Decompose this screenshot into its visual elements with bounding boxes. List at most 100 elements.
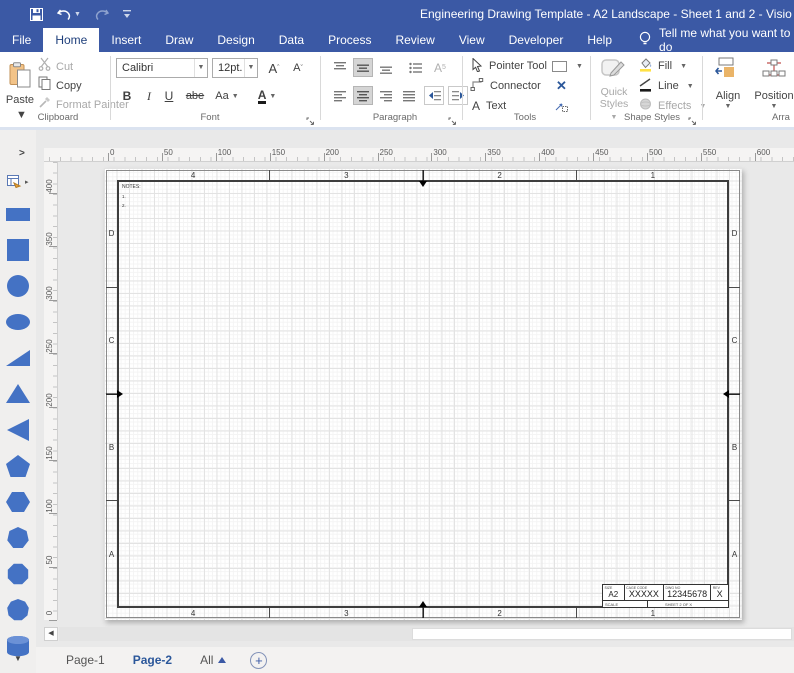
- shape-thumb-circle[interactable]: [5, 274, 31, 303]
- italic-button[interactable]: I: [140, 85, 158, 107]
- hruler-tick: [324, 153, 325, 161]
- tell-me-box[interactable]: Tell me what you want to do: [638, 28, 794, 52]
- effects-label: Effects: [658, 100, 691, 112]
- shrink-font-button[interactable]: Aˇ: [288, 57, 308, 79]
- font-family-combobox[interactable]: Calibri▼: [116, 58, 208, 78]
- ribbon-tab-review[interactable]: Review: [383, 28, 446, 52]
- redo-button[interactable]: [95, 8, 109, 21]
- underline-button[interactable]: U: [160, 85, 178, 107]
- text-tool-label: Text: [486, 100, 506, 112]
- add-page-button[interactable]: +: [250, 652, 267, 669]
- save-icon[interactable]: [30, 8, 43, 21]
- ribbon-tab-design[interactable]: Design: [205, 28, 266, 52]
- shape-thumb-octagon[interactable]: [5, 562, 31, 591]
- align-bottom-button[interactable]: [376, 58, 396, 77]
- undo-dropdown-icon[interactable]: ▼: [74, 11, 81, 18]
- shape-thumb-triangle[interactable]: [5, 382, 31, 411]
- align-center-button[interactable]: [353, 86, 373, 105]
- ribbon-tab-draw[interactable]: Draw: [153, 28, 205, 52]
- shape-thumb-heptagon[interactable]: [5, 526, 31, 555]
- align-left-button[interactable]: [330, 86, 350, 105]
- horizontal-ruler: 050100150200250300350400450500550600: [44, 148, 794, 162]
- connector-button[interactable]: Connector: [470, 77, 541, 95]
- justify-button[interactable]: [399, 86, 419, 105]
- line-button[interactable]: Line▼: [638, 77, 694, 95]
- title-block-cell-label: DWG NO: [666, 586, 681, 590]
- ribbon-tab-developer[interactable]: Developer: [497, 28, 576, 52]
- shape-thumb-left-triangle[interactable]: [5, 418, 31, 447]
- ribbon-tab-home[interactable]: Home: [43, 28, 99, 52]
- rectangle-tool-button[interactable]: ▼: [552, 57, 583, 75]
- paragraph-dialog-launcher-icon[interactable]: [448, 113, 458, 123]
- shape-thumb-rectangle[interactable]: [5, 202, 31, 231]
- ribbon-tab-view[interactable]: View: [447, 28, 497, 52]
- text-block-tool-button[interactable]: [554, 97, 568, 115]
- shape-thumb-right-triangle[interactable]: [5, 346, 31, 375]
- hruler-number: 550: [703, 148, 716, 157]
- pointer-tool-label: Pointer Tool: [489, 60, 547, 72]
- paste-button[interactable]: Paste ▼: [4, 56, 36, 118]
- shape-thumbnails: [0, 202, 36, 673]
- shape-thumb-square[interactable]: [5, 238, 31, 267]
- undo-button[interactable]: ▼: [57, 8, 81, 21]
- bold-button[interactable]: B: [118, 85, 136, 107]
- grow-font-button[interactable]: Aˆ: [264, 57, 284, 79]
- decrease-indent-button[interactable]: [424, 86, 444, 105]
- zone-label-top-4: 4: [117, 170, 269, 180]
- paste-label: Paste: [6, 94, 34, 106]
- increase-indent-button[interactable]: [448, 86, 468, 105]
- fill-button[interactable]: Fill▼: [638, 57, 687, 75]
- ribbon-tab-help[interactable]: Help: [575, 28, 624, 52]
- hruler-number: 250: [380, 148, 393, 157]
- bullet-list-button[interactable]: [405, 58, 425, 77]
- font-dialog-launcher-icon[interactable]: [306, 113, 316, 123]
- all-pages-arrow-icon: [218, 657, 226, 663]
- position-button[interactable]: Position ▼: [752, 57, 794, 119]
- notes-block[interactable]: NOTES: 1.2.: [122, 184, 141, 208]
- strikethrough-button[interactable]: abe: [182, 85, 208, 107]
- page-tab-page-2[interactable]: Page-2: [119, 647, 186, 673]
- expand-shapes-chevron[interactable]: >: [19, 148, 25, 159]
- hruler-tick: [539, 153, 540, 161]
- align-right-button[interactable]: [376, 86, 396, 105]
- ribbon-tab-insert[interactable]: Insert: [99, 28, 153, 52]
- scroll-left-arrow[interactable]: ◀: [44, 627, 58, 641]
- shape-thumb-hexagon[interactable]: [5, 490, 31, 519]
- zone-label-left-A: A: [106, 500, 117, 607]
- horizontal-scrollbar-thumb[interactable]: [412, 628, 792, 640]
- quick-styles-button[interactable]: Quick Styles ▼: [596, 57, 632, 117]
- drawing-canvas-area[interactable]: 050100150200250300350400450500550600 400…: [36, 130, 794, 647]
- ribbon-tab-data[interactable]: Data: [267, 28, 316, 52]
- connection-point-x-icon[interactable]: ✕: [556, 77, 567, 95]
- pointer-tool-button[interactable]: Pointer Tool: [472, 57, 547, 75]
- ribbon-tabs: FileHomeInsertDrawDesignDataProcessRevie…: [0, 28, 624, 52]
- drawing-page[interactable]: 4321 4321 DCBA DCBA NOTES: 1.2. SIZEA2CA…: [104, 168, 742, 620]
- shape-thumb-pentagon[interactable]: [5, 454, 31, 483]
- font-color-button[interactable]: A▼: [252, 85, 282, 107]
- shapes-scroll-down-icon[interactable]: ▼: [14, 654, 22, 663]
- hruler-tick: [216, 153, 217, 161]
- customize-qat-icon[interactable]: [123, 8, 131, 20]
- vruler-number: 250: [45, 336, 55, 356]
- title-block[interactable]: SIZEA2CAGE CODEXXXXXDWG NO12345678REVX S…: [602, 584, 729, 608]
- shape-thumb-nonagon[interactable]: [5, 598, 31, 627]
- title-block-cell-label: REV: [713, 586, 720, 590]
- hruler-tick: [431, 153, 432, 161]
- ribbon-tab-file[interactable]: File: [0, 28, 43, 52]
- page-tab-page-1[interactable]: Page-1: [52, 647, 119, 673]
- font-size-combobox[interactable]: 12pt.▼: [212, 58, 258, 78]
- superscript-button[interactable]: A5: [430, 58, 450, 77]
- align-middle-button[interactable]: [353, 58, 373, 77]
- vruler-number: 350: [45, 229, 55, 249]
- all-pages-button[interactable]: All: [190, 653, 236, 667]
- shape-thumb-ellipse[interactable]: [5, 310, 31, 339]
- change-case-button[interactable]: Aa▼: [212, 85, 242, 107]
- hruler-number: 150: [272, 148, 285, 157]
- copy-button[interactable]: Copy: [38, 76, 129, 95]
- align-top-button[interactable]: [330, 58, 350, 77]
- shape-styles-dialog-launcher-icon[interactable]: [688, 113, 698, 123]
- quick-styles-label-1: Quick: [601, 86, 628, 98]
- ribbon-tab-process[interactable]: Process: [316, 28, 383, 52]
- align-button[interactable]: Align ▼: [706, 57, 750, 119]
- stencil-icon[interactable]: ▸: [7, 175, 29, 189]
